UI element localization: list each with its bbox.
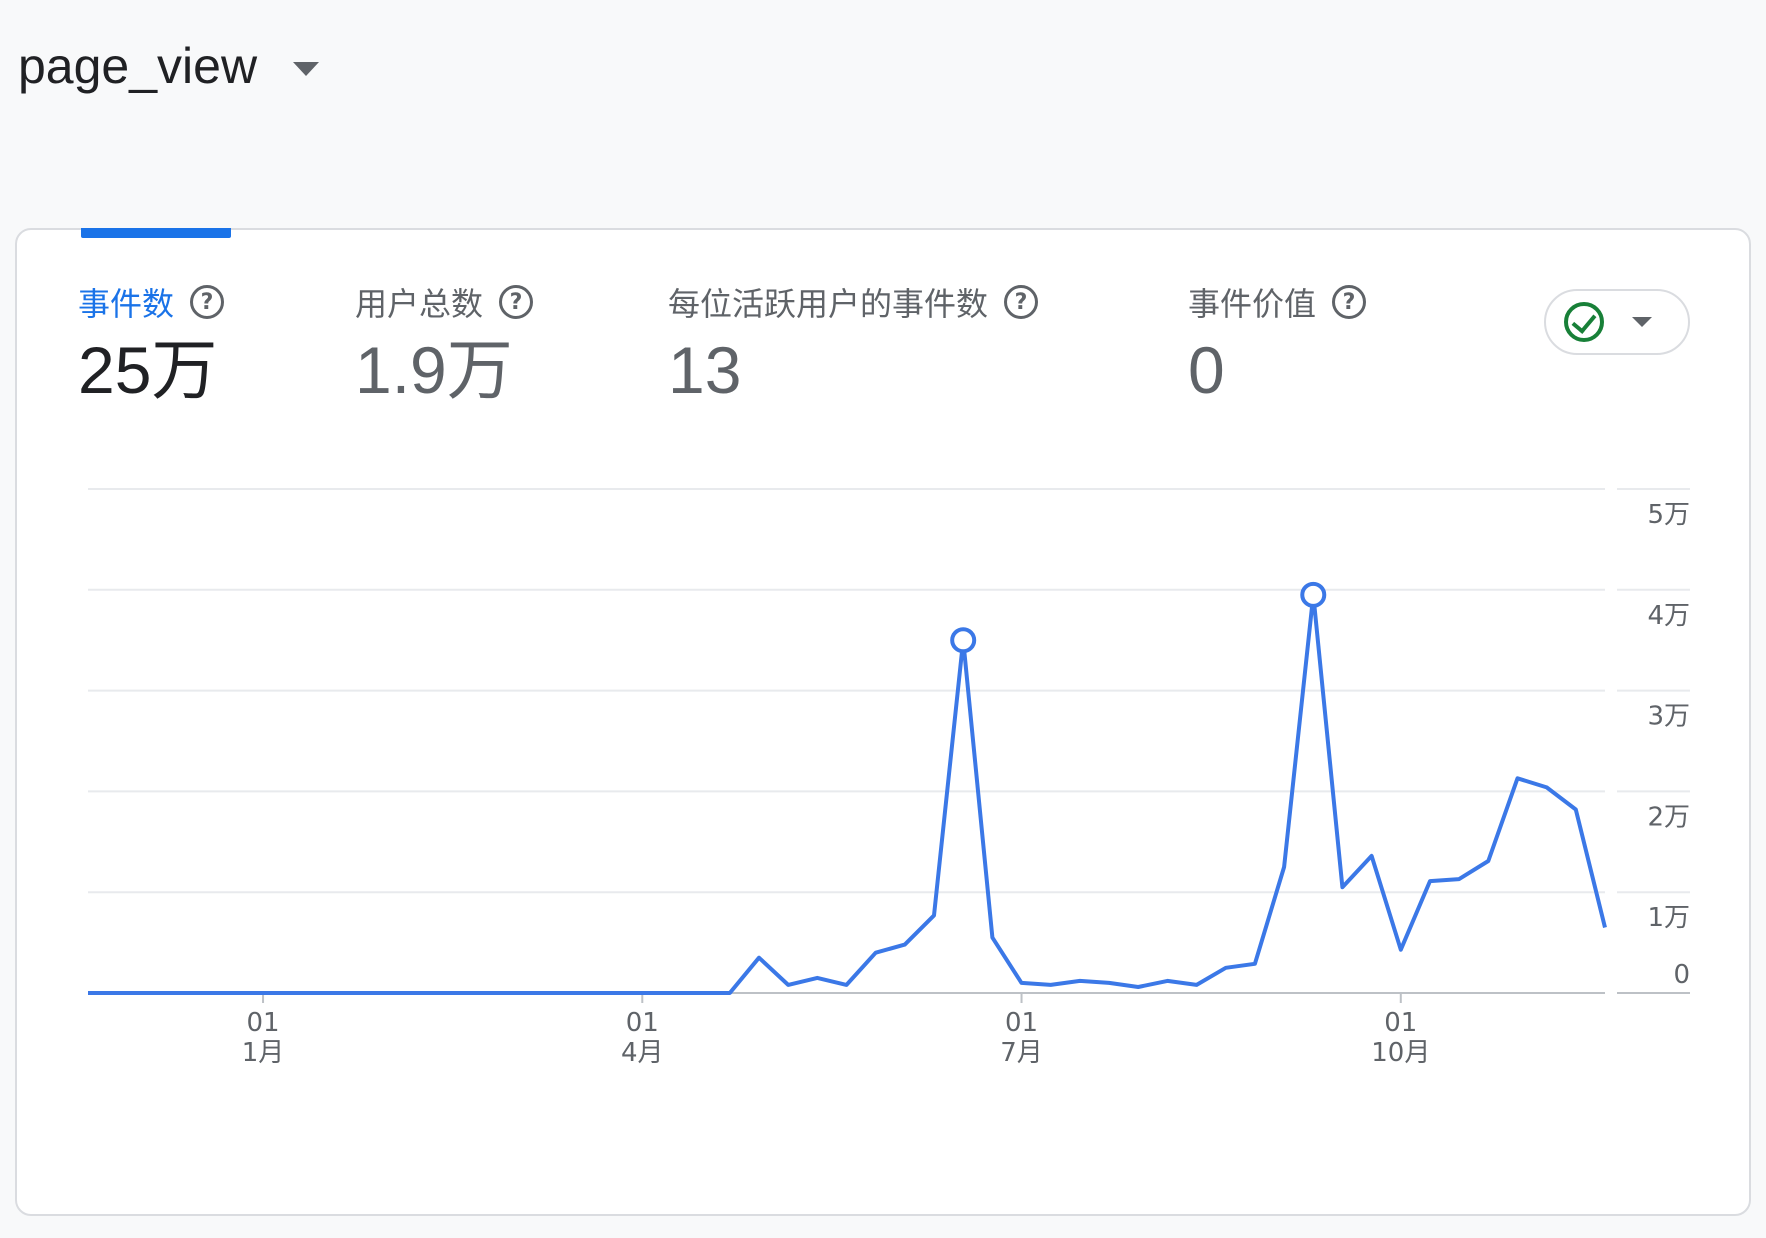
x-tick-month: 4月 (621, 1038, 664, 1068)
x-tick-day: 01 (1384, 1008, 1417, 1038)
x-axis: 011月014月017月0110月 (242, 993, 1430, 1068)
x-tick-month: 1月 (242, 1038, 285, 1068)
y-tick-label: 2万 (1647, 802, 1690, 832)
data-points (950, 581, 1327, 654)
series-line (88, 592, 1607, 995)
y-tick-label: 1万 (1647, 903, 1690, 933)
chart-grid (88, 488, 1690, 994)
highlight-point (1300, 581, 1327, 608)
y-tick-label: 0 (1673, 960, 1690, 990)
y-axis: 0 1万 2万 3万 4万 5万 (1647, 500, 1690, 990)
x-tick-day: 01 (246, 1008, 279, 1038)
y-tick-label: 4万 (1647, 601, 1690, 631)
x-tick-day: 01 (1005, 1008, 1038, 1038)
y-tick-label: 3万 (1647, 702, 1690, 732)
y-tick-label: 5万 (1647, 500, 1690, 530)
x-tick-month: 7月 (1000, 1038, 1043, 1068)
line-chart: 01万2万3万4万5万 011月014月017月0110月 (88, 488, 1690, 1068)
x-tick-day: 01 (626, 1008, 659, 1038)
x-tick-month: 10月 (1371, 1038, 1430, 1068)
highlight-point (950, 627, 977, 654)
